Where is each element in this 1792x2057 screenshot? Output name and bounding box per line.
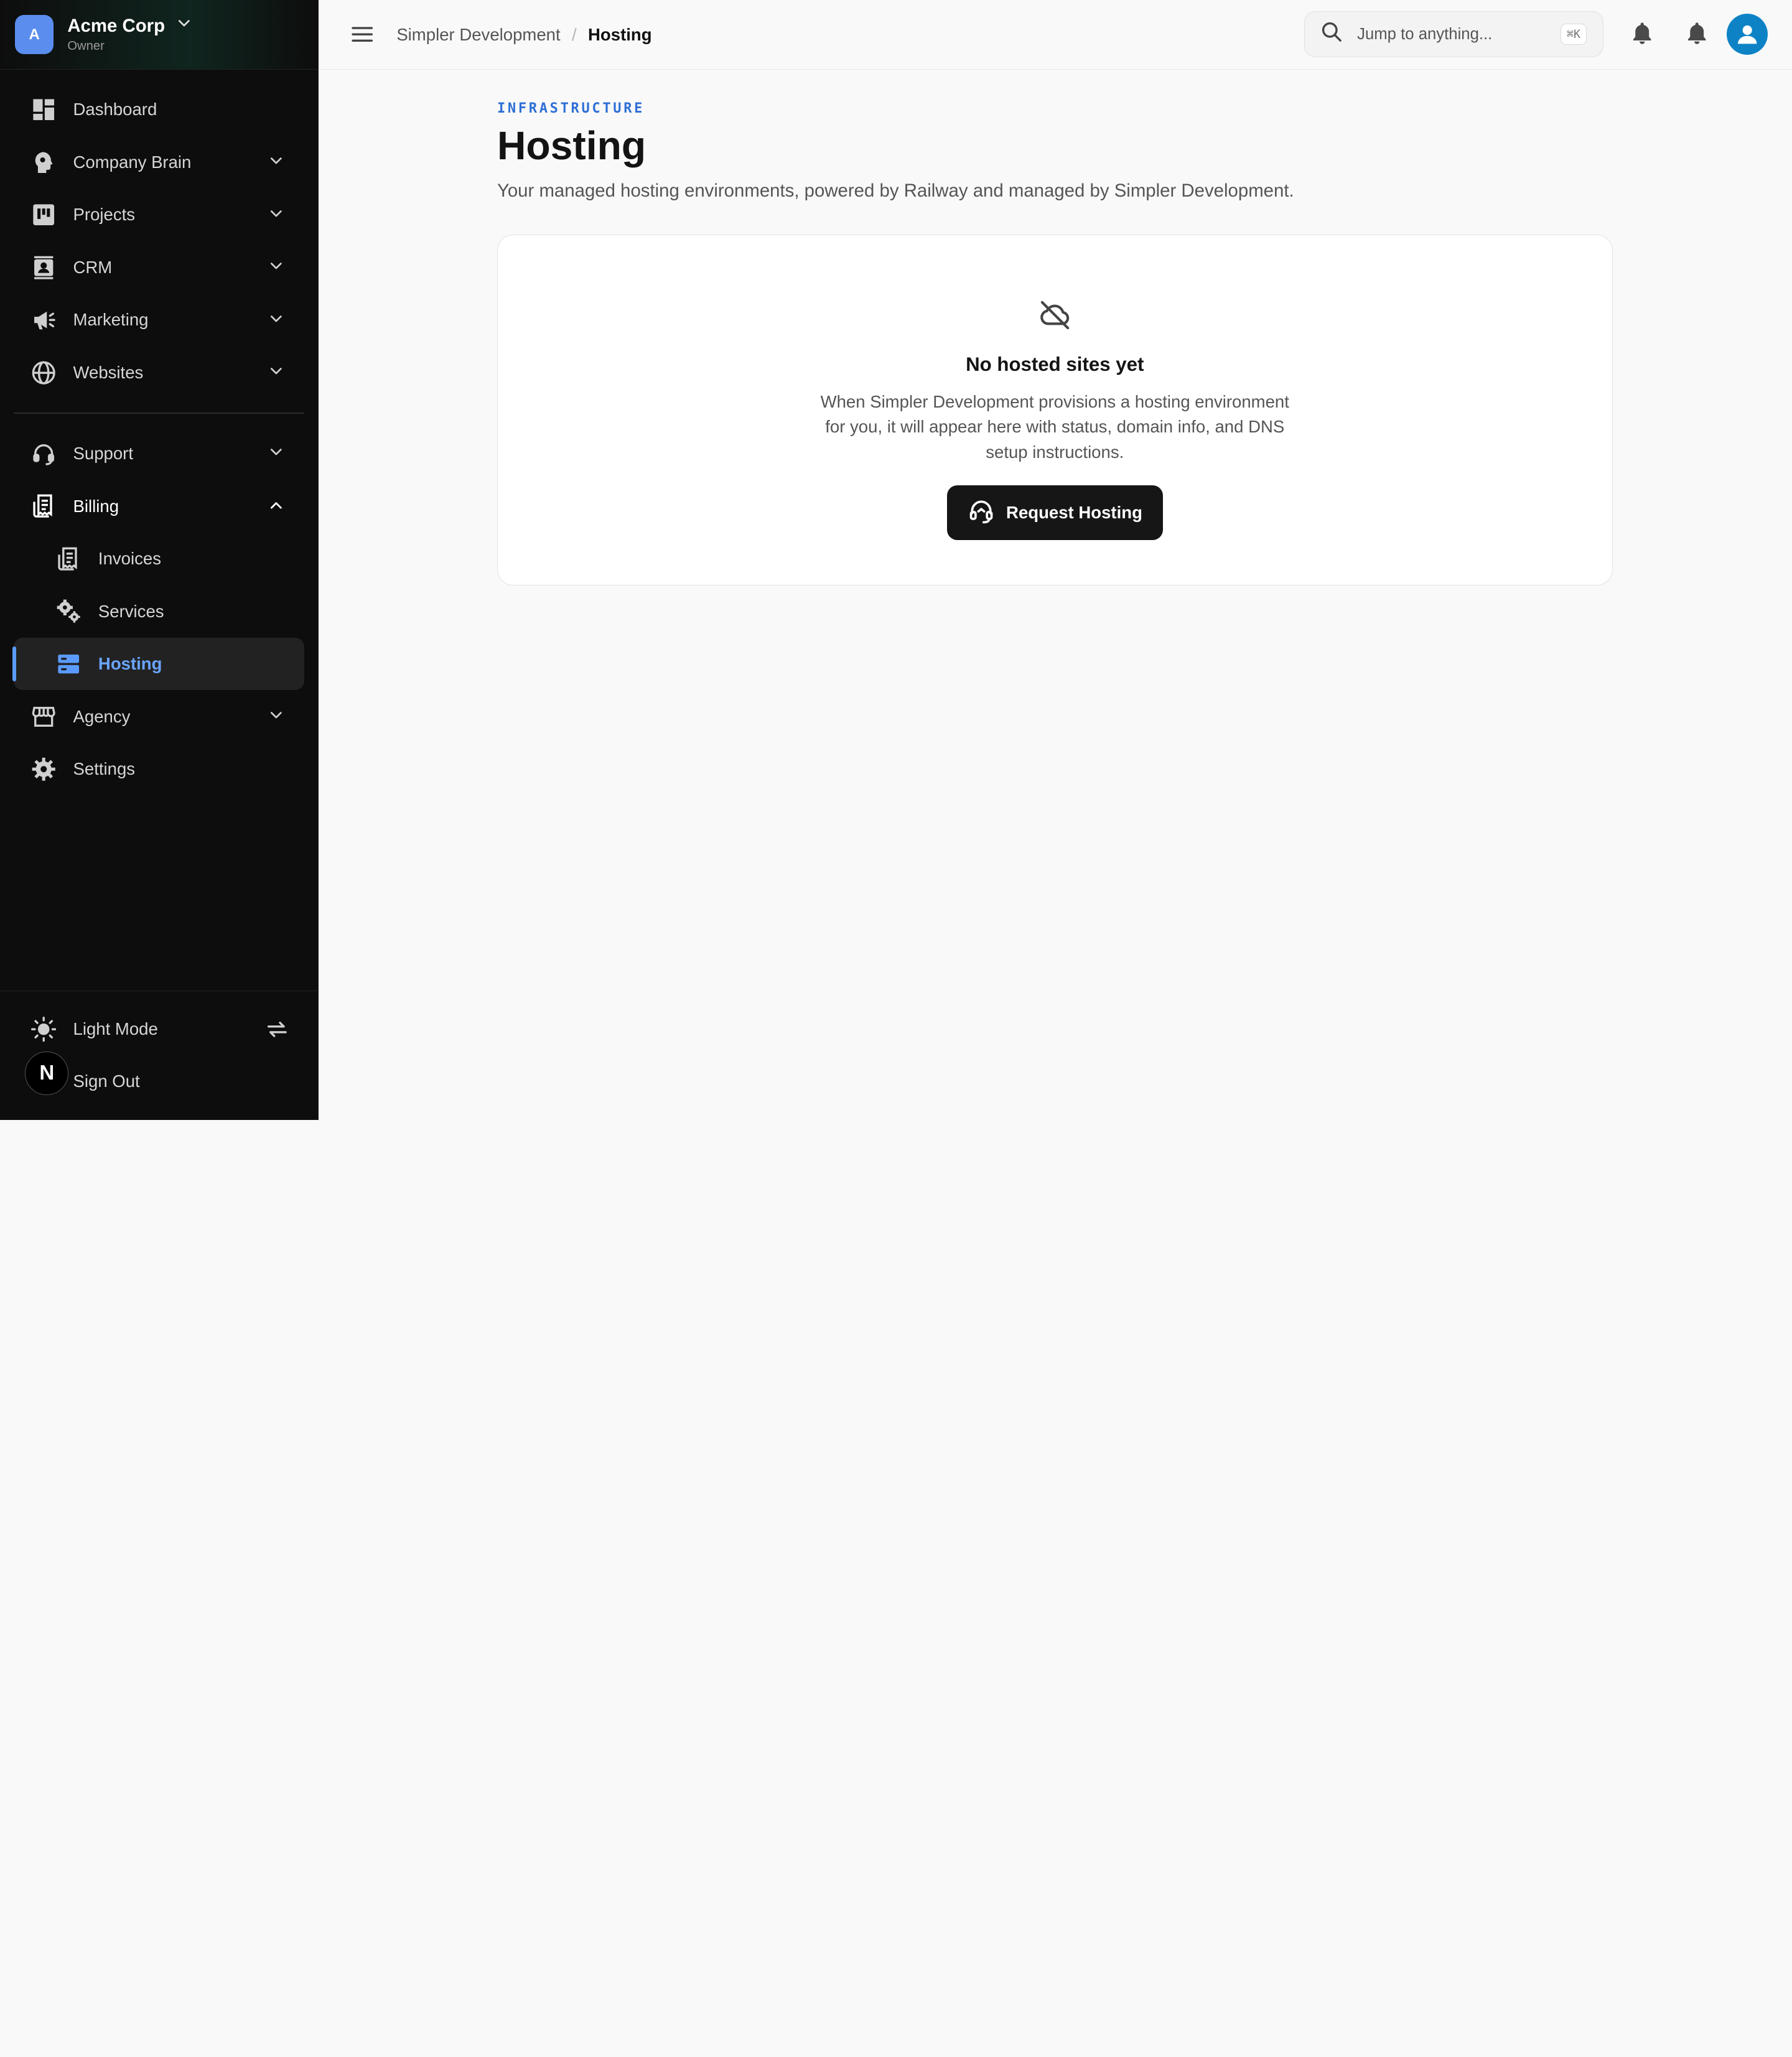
sidebar-item-hosting[interactable]: Hosting bbox=[12, 637, 305, 691]
sidebar-item-label: Invoices bbox=[98, 549, 161, 569]
org-role: Owner bbox=[67, 39, 105, 53]
sidebar-item-label: Agency bbox=[73, 706, 131, 726]
org-avatar: A bbox=[14, 15, 54, 54]
sidebar-item-services[interactable]: Services bbox=[14, 585, 304, 637]
chevron-up-icon bbox=[268, 497, 284, 518]
brain-head-icon bbox=[30, 149, 57, 176]
sidebar-item-company-brain[interactable]: Company Brain bbox=[14, 136, 304, 189]
chevron-down-icon bbox=[268, 363, 284, 384]
sidebar-item-marketing[interactable]: Marketing bbox=[14, 294, 304, 346]
sidebar-item-label: Hosting bbox=[98, 654, 162, 674]
contact-card-icon bbox=[30, 254, 57, 281]
sidebar-item-projects[interactable]: Projects bbox=[14, 189, 304, 241]
kanban-icon bbox=[30, 201, 57, 228]
search-placeholder: Jump to anything... bbox=[1357, 25, 1493, 43]
dashboard-icon bbox=[30, 96, 57, 123]
avatar[interactable] bbox=[1727, 14, 1768, 55]
sign-out-label: Sign Out bbox=[73, 1071, 140, 1091]
main-content: INFRASTRUCTURE Hosting Your managed host… bbox=[497, 70, 1613, 586]
breadcrumb-parent[interactable]: Simpler Development bbox=[396, 25, 560, 45]
chevron-down-icon bbox=[268, 153, 284, 174]
megaphone-icon bbox=[30, 306, 57, 334]
chevron-down-icon bbox=[268, 444, 284, 465]
gears-icon bbox=[55, 598, 82, 625]
chevron-down-icon bbox=[268, 206, 284, 226]
hamburger-menu-icon[interactable] bbox=[348, 21, 376, 48]
user-icon bbox=[1738, 25, 1757, 44]
cloud-off-icon bbox=[1038, 298, 1072, 337]
page-subtitle: Your managed hosting environments, power… bbox=[497, 180, 1294, 201]
shortcut-hint: ⌘K bbox=[1560, 24, 1587, 45]
sidebar: A Acme Corp Owner Dashboard Company Brai… bbox=[0, 0, 319, 1120]
sidebar-nav: Dashboard Company Brain Projects CRM Mar… bbox=[0, 70, 318, 795]
chevron-down-icon bbox=[268, 707, 284, 728]
sidebar-item-websites[interactable]: Websites bbox=[14, 346, 304, 398]
headset-icon bbox=[30, 440, 57, 467]
server-icon bbox=[55, 650, 82, 678]
topbar: Simpler Development / Hosting Jump to an… bbox=[319, 0, 1792, 70]
light-mode-toggle[interactable]: Light Mode bbox=[14, 1003, 304, 1055]
request-hosting-label: Request Hosting bbox=[1006, 503, 1142, 523]
sidebar-item-settings[interactable]: Settings bbox=[14, 743, 304, 795]
sidebar-item-label: Support bbox=[73, 444, 133, 464]
bell-icon[interactable] bbox=[1681, 17, 1713, 49]
section-eyebrow: INFRASTRUCTURE bbox=[497, 100, 645, 116]
sidebar-item-label: Projects bbox=[73, 205, 136, 225]
headset-icon bbox=[968, 497, 995, 529]
sidebar-divider bbox=[14, 413, 305, 414]
gear-icon bbox=[30, 755, 57, 783]
light-mode-label: Light Mode bbox=[73, 1019, 158, 1038]
page-title: Hosting bbox=[497, 123, 646, 168]
empty-state-title: No hosted sites yet bbox=[966, 353, 1144, 375]
storefront-icon bbox=[30, 702, 57, 730]
sidebar-item-label: Websites bbox=[73, 362, 144, 382]
sidebar-item-label: Marketing bbox=[73, 310, 149, 330]
breadcrumb: Simpler Development / Hosting bbox=[396, 25, 651, 45]
swap-arrows-icon bbox=[266, 1018, 289, 1045]
sidebar-item-label: Services bbox=[98, 601, 164, 621]
app-root: A Acme Corp Owner Dashboard Company Brai… bbox=[0, 0, 1792, 1120]
sidebar-item-billing[interactable]: Billing bbox=[14, 480, 304, 532]
breadcrumb-separator: / bbox=[572, 24, 577, 44]
empty-state-card: No hosted sites yet When Simpler Develop… bbox=[497, 235, 1613, 586]
org-name: Acme Corp bbox=[67, 16, 166, 37]
org-switcher[interactable]: A Acme Corp Owner bbox=[0, 0, 319, 70]
empty-state-description: When Simpler Development provisions a ho… bbox=[820, 392, 1289, 462]
search-input[interactable]: Jump to anything... ⌘K bbox=[1304, 11, 1603, 57]
receipt-icon bbox=[30, 493, 57, 520]
sidebar-item-label: Company Brain bbox=[73, 152, 192, 172]
chevron-down-icon bbox=[176, 16, 192, 37]
sidebar-item-label: CRM bbox=[73, 257, 113, 277]
sidebar-item-label: Dashboard bbox=[73, 100, 157, 119]
request-hosting-button[interactable]: Request Hosting bbox=[946, 485, 1163, 541]
invoice-icon bbox=[55, 545, 82, 572]
search-icon bbox=[1320, 21, 1343, 49]
bell-icon[interactable] bbox=[1626, 17, 1658, 49]
globe-icon bbox=[30, 359, 57, 386]
sidebar-item-agency[interactable]: Agency bbox=[14, 690, 304, 742]
breadcrumb-current: Hosting bbox=[588, 24, 652, 44]
chevron-down-icon bbox=[268, 258, 284, 279]
sidebar-item-support[interactable]: Support bbox=[14, 427, 304, 480]
sidebar-item-label: Settings bbox=[73, 759, 136, 778]
sidebar-item-label: Billing bbox=[73, 496, 119, 516]
dev-badge[interactable]: N bbox=[25, 1051, 69, 1095]
chevron-down-icon bbox=[268, 311, 284, 332]
sidebar-item-crm[interactable]: CRM bbox=[14, 241, 304, 294]
sidebar-footer: Light Mode Sign Out N bbox=[0, 991, 319, 1120]
sun-icon bbox=[30, 1015, 57, 1043]
sidebar-item-invoices[interactable]: Invoices bbox=[14, 533, 304, 585]
sidebar-item-dashboard[interactable]: Dashboard bbox=[14, 83, 304, 136]
